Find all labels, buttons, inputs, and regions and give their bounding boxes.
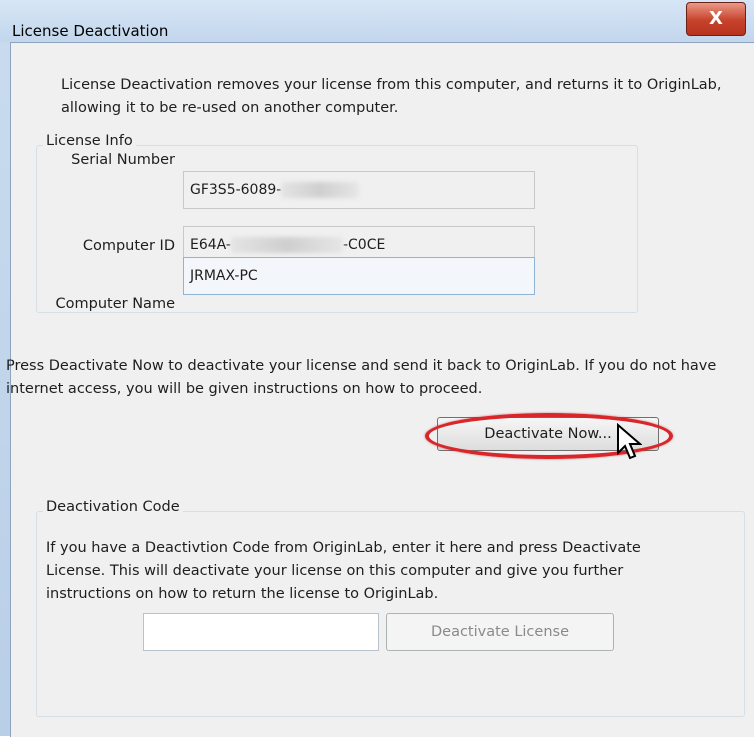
serial-number-value: GF3S5-6089-	[190, 182, 282, 198]
title-bar[interactable]: License Deactivation X	[0, 0, 754, 42]
deactivation-code-text: If you have a Deactivtion Code from Orig…	[46, 540, 641, 602]
mouse-pointer-icon	[617, 423, 642, 460]
deactivation-code-legend: Deactivation Code	[43, 499, 183, 515]
intro-text: License Deactivation removes your licens…	[61, 77, 722, 116]
serial-number-label: Serial Number	[71, 152, 175, 168]
redacted-serial-blur	[281, 182, 360, 198]
window-title: License Deactivation	[12, 22, 169, 40]
computer-name-field[interactable]: JRMAX-PC	[183, 257, 535, 295]
computer-id-prefix: E64A-	[190, 237, 231, 253]
computer-id-suffix: -C0CE	[342, 237, 386, 253]
license-info-legend: License Info	[43, 133, 136, 149]
close-button[interactable]: X	[686, 2, 746, 36]
redacted-computer-id-blur	[230, 237, 343, 253]
close-icon: X	[709, 8, 723, 29]
deactivate-instructions: Press Deactivate Now to deactivate your …	[6, 358, 717, 397]
computer-name-label: Computer Name	[55, 296, 175, 312]
serial-number-field[interactable]: GF3S5-6089-	[183, 171, 535, 209]
computer-id-label: Computer ID	[82, 238, 175, 254]
license-deactivation-window: License Deactivation X License Deactivat…	[0, 0, 754, 737]
computer-name-value: JRMAX-PC	[190, 268, 258, 284]
deactivate-license-button[interactable]: Deactivate License	[386, 613, 614, 651]
deactivation-code-input[interactable]	[143, 613, 379, 651]
dialog-body: License Deactivation removes your licens…	[6, 42, 754, 737]
